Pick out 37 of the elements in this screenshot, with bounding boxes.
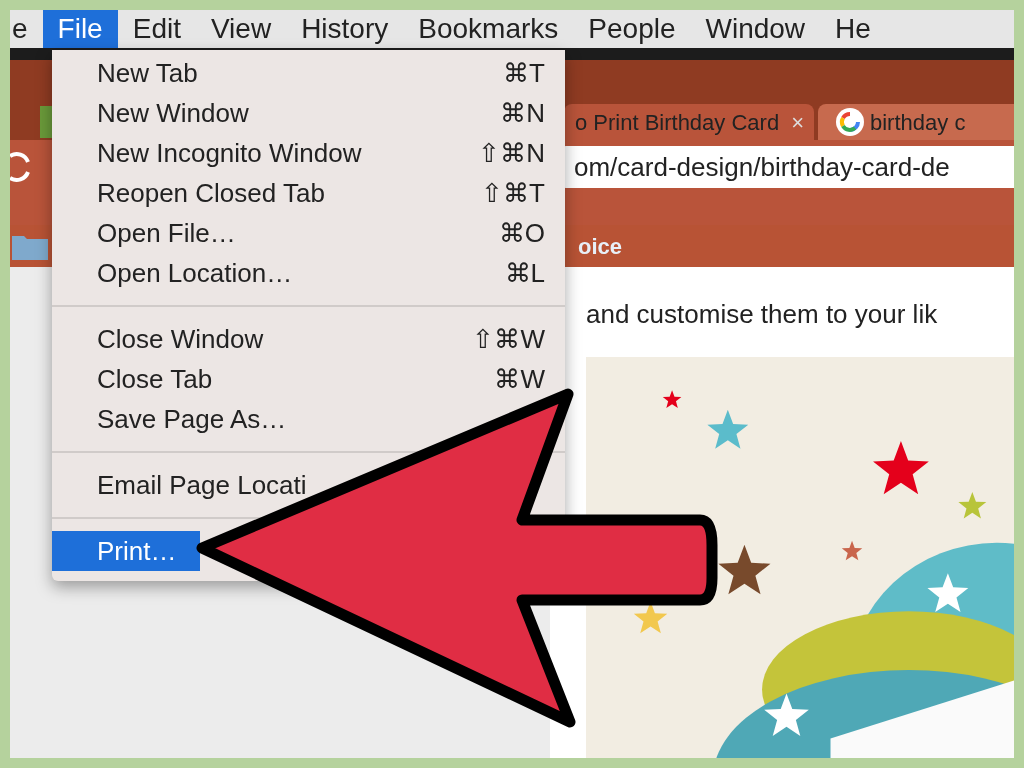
menu-bar-item[interactable]: History xyxy=(286,10,404,48)
menu-item[interactable]: Open Location… ⌘L xyxy=(52,253,565,293)
menu-item[interactable]: New Tab ⌘T xyxy=(52,53,565,93)
menu-bar-item[interactable]: File xyxy=(42,10,118,48)
menu-item[interactable]: Close Window ⇧⌘W xyxy=(52,319,565,359)
menu-item[interactable]: New Incognito Window ⇧⌘N xyxy=(52,133,565,173)
shortcut-label: ⇧⌘W xyxy=(472,322,545,356)
menu-item[interactable]: New Window ⌘N xyxy=(52,93,565,133)
shortcut-label: ⌘L xyxy=(504,256,545,290)
shortcut-label: ⌘T xyxy=(503,56,545,90)
menu-bar-item[interactable]: View xyxy=(195,10,287,48)
google-icon xyxy=(836,108,864,136)
menu-item[interactable]: Print… xyxy=(52,531,201,571)
bookmark-label[interactable]: oice xyxy=(578,229,623,263)
shortcut-label: ⌘O xyxy=(498,216,545,250)
menu-item[interactable]: Email Page Locati xyxy=(52,465,331,505)
menu-item[interactable]: Close Tab ⌘W xyxy=(52,359,565,399)
browser-tab[interactable]: o Print Birthday Card × xyxy=(564,104,814,140)
menu-bar-item[interactable]: Window xyxy=(690,10,821,48)
tab-title: birthday c xyxy=(870,108,966,137)
menu-bar-item[interactable]: He xyxy=(820,10,886,48)
shortcut-label: ⇧⌘N xyxy=(478,136,545,170)
shortcut-label: ⌘N xyxy=(500,96,545,130)
page-text: and customise them to your lik xyxy=(586,298,939,331)
menu-bar-item[interactable]: People xyxy=(573,10,691,48)
menu-bar-item[interactable]: Edit xyxy=(117,10,196,48)
shortcut-label: ⇧⌘T xyxy=(481,176,545,210)
menu-bar-item[interactable]: Bookmarks xyxy=(403,10,574,48)
shortcut-label: ⌘W xyxy=(494,362,545,396)
browser-tab[interactable]: birthday c xyxy=(818,104,1014,140)
address-field[interactable]: om/card-design/birthday-card-de xyxy=(562,146,1014,188)
close-icon[interactable]: × xyxy=(791,105,804,139)
menu-item[interactable]: Open File… ⌘O xyxy=(52,213,565,253)
menu-item[interactable]: Save Page As… xyxy=(52,399,311,439)
menu-item[interactable]: Reopen Closed Tab ⇧⌘T xyxy=(52,173,565,213)
menu-bar-item[interactable]: e xyxy=(10,10,43,48)
tab-title: o Print Birthday Card xyxy=(574,108,780,137)
